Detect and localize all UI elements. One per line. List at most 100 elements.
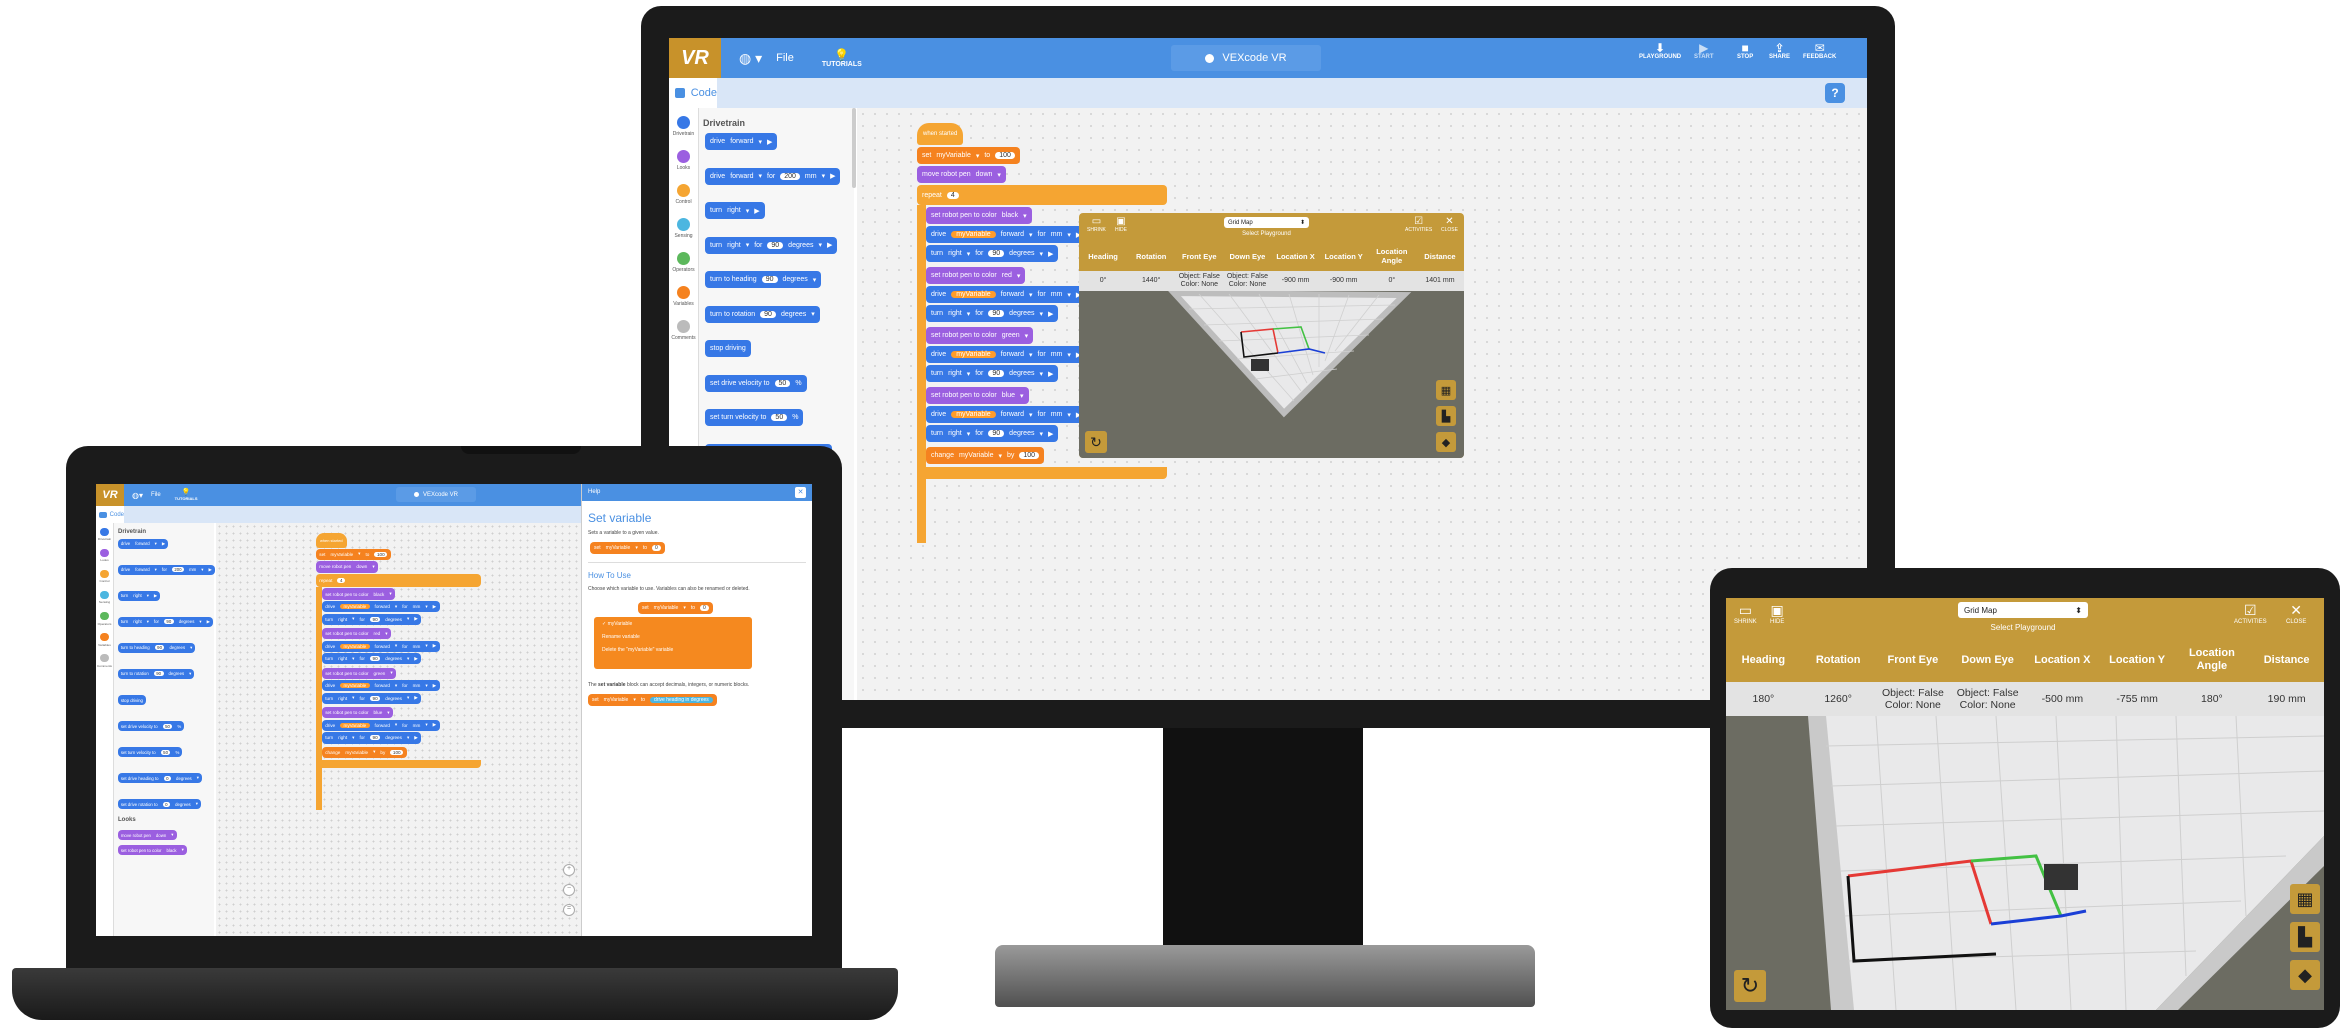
grid-toggle-icon[interactable]: ▦ [1436,380,1456,400]
turn-for-block[interactable]: turn right ▾ for 90 degrees ▾ ▶ [926,245,1059,262]
run-icon[interactable]: ▶ [414,735,418,741]
category-variables[interactable]: Variables [669,286,698,307]
run-icon[interactable]: ▶ [433,604,437,610]
palette-block-drive[interactable]: set drive rotation to 0 degrees ▾ [117,798,201,810]
run-icon[interactable]: ▶ [162,541,165,547]
playground-select[interactable]: Grid Map ⬍ [1224,217,1309,228]
drive-for-block[interactable]: drivemyVariableforward▾formm▾▶ [321,719,440,731]
category-control[interactable]: Control [669,184,698,205]
playground-3d-view[interactable] [1726,716,2324,1010]
run-icon[interactable]: ▶ [754,207,759,215]
category-comments[interactable]: Comments [669,320,698,341]
set-pen-color-block[interactable]: set robot pen to color red ▾ [926,267,1026,284]
turn-for-block[interactable]: turn right ▾ for 90 degrees ▾ ▶ [926,425,1059,442]
drive-for-block[interactable]: drivemyVariableforward▾formm▾▶ [926,346,1087,363]
playground-button[interactable]: ⬇ PLAYGROUND [1639,42,1681,60]
activities-button[interactable]: ☑ ACTIVITIES [1405,216,1432,233]
palette-block-drive[interactable]: drive forward ▾ ▶ [705,133,778,150]
repeat-block[interactable]: repeat 4 [917,185,1167,205]
turn-for-block[interactable]: turn right ▾ for 90 degrees ▾ ▶ [926,305,1059,322]
tab-code[interactable]: Code [669,78,717,108]
project-name[interactable]: VEXcode VR [396,487,476,502]
start-button[interactable]: ▶ START [1694,42,1714,60]
share-button[interactable]: ⇪ SHARE [1769,42,1790,60]
palette-block-drive[interactable]: turn right ▾ for 90 degrees ▾ ▶ [705,236,838,254]
set-pen-color-block[interactable]: set robot pen to color black ▾ [926,207,1032,224]
category-operators[interactable]: Operators [669,252,698,273]
reset-icon[interactable]: ↻ [1085,431,1107,453]
file-menu[interactable]: File [151,492,161,498]
run-icon[interactable]: ▶ [827,241,832,249]
change-variable-block[interactable]: change myVariable ▾ by 100 [321,746,407,759]
palette-block-drive[interactable]: turn to heading 90 degrees ▾ [705,271,822,288]
globe-icon[interactable]: ◍▾ [132,491,143,500]
camera-chase-icon[interactable]: ◆ [2290,960,2320,990]
run-icon[interactable]: ▶ [414,656,418,662]
shrink-button[interactable]: ▭ SHRINK [1734,602,1757,625]
run-icon[interactable]: ▶ [1048,430,1053,438]
camera-top-icon[interactable]: ▙ [2290,922,2320,952]
run-icon[interactable]: ▶ [830,172,835,180]
drive-for-block[interactable]: drivemyVariableforward▾formm▾▶ [926,226,1087,243]
menu-item-myvariable[interactable]: ✓ myVariable [602,621,744,627]
category-drivetrain[interactable]: Drivetrain [96,527,113,541]
category-sensing[interactable]: Sensing [669,218,698,239]
when-started-hat[interactable]: when started [917,123,964,145]
palette-scrollbar[interactable] [852,108,856,188]
activities-button[interactable]: ☑ ACTIVITIES [2234,602,2267,625]
set-pen-color-block[interactable]: set robot pen to color red ▾ [321,628,391,640]
tutorials-button[interactable]: 💡 TUTORIALS [822,49,862,68]
tutorials-button[interactable]: 💡 TUTORIALS [175,489,198,501]
playground-3d-view[interactable] [1079,291,1464,458]
tab-code[interactable]: Code [96,506,124,523]
drive-for-block[interactable]: drivemyVariableforward▾formm▾▶ [321,680,440,692]
zoom-in-icon[interactable]: + [563,864,575,876]
palette-block-drive[interactable]: stop driving [117,694,147,706]
palette-block-drive[interactable]: set turn velocity to 50% [117,746,183,758]
palette-block-drive[interactable]: stop driving [705,340,751,357]
help-close-icon[interactable]: ✕ [795,487,806,498]
change-variable-block[interactable]: change myVariable ▾ by 100 [926,447,1045,464]
menu-item-rename[interactable]: Rename variable [602,634,744,640]
palette-block-drive[interactable]: drive forward ▾ for 200 mm ▾ ▶ [705,167,841,185]
zoom-out-icon[interactable]: − [563,884,575,896]
set-pen-color-block[interactable]: set robot pen to color green ▾ [321,667,396,679]
playground-select[interactable]: Grid Map ⬍ [1958,602,2088,618]
palette-block-looks[interactable]: set robot pen to color black ▾ [117,844,187,856]
repeat-block[interactable]: repeat 4 [316,573,481,588]
help-icon[interactable]: ? [1825,83,1845,103]
zoom-reset-icon[interactable]: = [563,904,575,916]
run-icon[interactable]: ▶ [433,683,437,689]
drive-for-block[interactable]: drivemyVariableforward▾formm▾▶ [321,640,440,652]
menu-item-delete[interactable]: Delete the "myVariable" variable [602,647,744,653]
palette-block-drive[interactable]: set drive velocity to 50% [705,374,807,392]
palette-block-drive[interactable]: turn to heading 90 degrees ▾ [117,642,196,654]
run-icon[interactable]: ▶ [433,722,437,728]
run-icon[interactable]: ▶ [1048,370,1053,378]
category-control[interactable]: Control [96,570,113,583]
file-menu[interactable]: File [776,52,794,64]
category-operators[interactable]: Operators [96,612,113,626]
run-icon[interactable]: ▶ [208,567,211,573]
palette-block-drive[interactable]: turn right ▾ for 90 degrees ▾ ▶ [117,616,213,628]
category-sensing[interactable]: Sensing [96,591,113,604]
palette-block-drive[interactable]: set drive heading to 0 degrees ▾ [117,772,202,784]
set-variable-block[interactable]: set myVariable ▾ to 100 [917,147,1020,164]
code-workspace[interactable]: + − = when started set myVariable ▾ to 100 mov… [216,523,581,936]
close-button[interactable]: ✕ CLOSE [1441,216,1458,233]
palette-block-drive[interactable]: drive forward ▾ ▶ [117,538,169,550]
drive-for-block[interactable]: drivemyVariableforward▾formm▾▶ [321,600,440,613]
turn-for-block[interactable]: turn right ▾ for 90 degrees ▾ ▶ [321,692,422,704]
when-started-hat[interactable]: when started [316,533,347,548]
category-variables[interactable]: Variables [96,633,113,647]
stop-button[interactable]: ■ STOP [1737,42,1753,60]
drive-for-block[interactable]: drivemyVariableforward▾formm▾▶ [926,406,1087,423]
run-icon[interactable]: ▶ [767,138,772,146]
move-pen-block[interactable]: move robot pen down ▾ [917,166,1006,183]
run-icon[interactable]: ▶ [207,619,210,625]
palette-block-drive[interactable]: turn to rotation 90 degrees ▾ [117,668,195,680]
palette-block-drive[interactable]: turn right ▾ ▶ [117,590,161,602]
turn-for-block[interactable]: turn right ▾ for 90 degrees ▾ ▶ [321,653,422,665]
palette-block-drive[interactable]: turn right ▾ ▶ [705,202,765,219]
palette-block-drive[interactable]: set turn velocity to 50% [705,409,804,426]
